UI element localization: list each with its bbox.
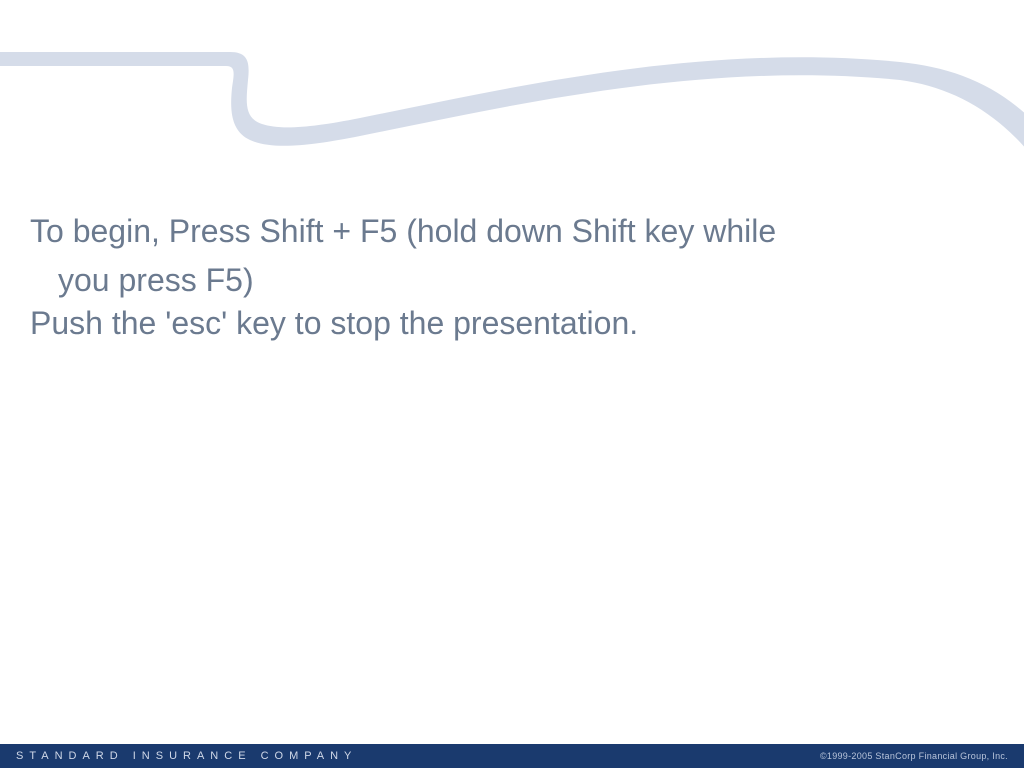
footer-copyright: ©1999-2005 StanCorp Financial Group, Inc…	[820, 751, 1008, 761]
slide-body-text: To begin, Press Shift + F5 (hold down Sh…	[30, 210, 984, 346]
footer-company-name: STANDARD INSURANCE COMPANY	[16, 750, 357, 762]
header-swoosh-graphic	[0, 0, 1024, 200]
instruction-line-1: To begin, Press Shift + F5 (hold down Sh…	[30, 210, 984, 253]
slide-footer: STANDARD INSURANCE COMPANY ©1999-2005 St…	[0, 744, 1024, 768]
swoosh-icon	[0, 0, 1024, 220]
instruction-line-2: Push the 'esc' key to stop the presentat…	[30, 302, 984, 345]
instruction-line-1-continued: you press F5)	[30, 259, 984, 302]
